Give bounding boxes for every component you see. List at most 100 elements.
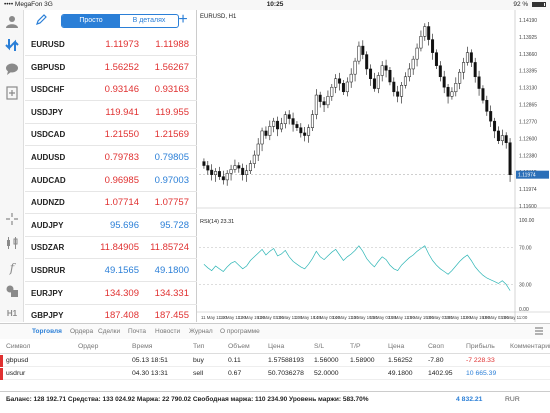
timeframe-label[interactable]: H1 (4, 306, 20, 322)
candle-body (396, 91, 400, 97)
quote-bid: 1.07714 (104, 197, 139, 209)
column-header[interactable]: Символ (6, 340, 31, 354)
rsi-tick-label: 30.00 (519, 282, 532, 288)
column-header[interactable]: Ордер (78, 340, 98, 354)
candle-body (407, 68, 411, 78)
column-header[interactable]: Прибыль (466, 340, 495, 354)
candle-body (252, 154, 256, 164)
candle-body (326, 96, 330, 106)
time-tick-label: 19 May 11:00 (501, 315, 528, 320)
price-chart[interactable]: EURUSD, H1 RSI(14) 23.31 1.14190 1.13925 1… (197, 10, 550, 322)
tab-5[interactable]: Журнал (189, 324, 213, 340)
candle-body (210, 169, 214, 175)
column-header[interactable]: T/P (350, 340, 361, 354)
cell-symbol: usdrur (6, 370, 26, 377)
account-currency: RUR (505, 396, 520, 403)
tab-6[interactable]: О программе (220, 324, 260, 340)
cell-sl: 52.0000 (314, 370, 339, 377)
quote-row[interactable]: USDCAD 1.21550 1.21569 (25, 124, 197, 147)
quote-row[interactable]: USDJPY 119.941 119.955 (25, 102, 197, 124)
quote-row[interactable]: EURUSD 1.11973 1.11988 (25, 34, 197, 56)
side-icon-bar: f H1 (0, 10, 24, 322)
quote-ask: 0.97003 (154, 174, 189, 186)
segment-simple[interactable]: Просто (62, 15, 120, 27)
price-tick-label: 1.12770 (519, 119, 537, 125)
candle-body (314, 94, 318, 115)
segment-detailed[interactable]: В деталях (120, 15, 178, 27)
column-header[interactable]: Время (132, 340, 152, 354)
quote-ask: 1.11988 (155, 39, 189, 50)
objects-icon[interactable] (4, 284, 20, 300)
quote-row[interactable]: AUDUSD 0.79783 0.79805 (25, 147, 197, 169)
quotes-toolbar: Просто В деталях + (25, 10, 197, 32)
candle-body (217, 171, 221, 177)
new-document-icon[interactable] (4, 86, 20, 102)
candle-body (303, 132, 307, 136)
position-row[interactable]: usdrur 04.30 13:31 sell 0.67 50.7036278 52.00… (0, 368, 550, 380)
quote-row[interactable]: AUDNZD 1.07714 1.07757 (25, 192, 197, 215)
candle-body (446, 86, 450, 97)
function-icon[interactable]: f (4, 260, 20, 276)
add-symbol-button[interactable]: + (175, 12, 191, 28)
chart-area[interactable]: EURUSD, H1 RSI(14) 23.31 1.14190 1.13925 1… (197, 10, 550, 322)
quote-row[interactable]: EURJPY 134.309 134.331 (25, 283, 197, 305)
quote-row[interactable]: USDCHF 0.93146 0.93163 (25, 79, 197, 102)
column-header[interactable]: Своп (428, 340, 444, 354)
quote-symbol: GBPUSD (31, 62, 66, 72)
column-header[interactable]: Объем (228, 340, 250, 354)
quote-bid: 134.309 (104, 287, 139, 299)
quote-row[interactable]: USDZAR 11.84905 11.85724 (25, 237, 197, 260)
tab-0[interactable]: Торговля (32, 324, 62, 340)
account-summary: Баланс: 128 192.71 Средства: 133 024.92 … (6, 396, 369, 403)
column-header[interactable]: S/L (314, 340, 324, 354)
candle-body (338, 78, 342, 84)
candle-body (384, 65, 388, 71)
position-row[interactable]: gbpusd 05.13 18:51 buy 0.11 1.57588193 1.5600… (0, 355, 550, 367)
quote-ask: 0.79805 (154, 152, 189, 163)
candle-body (392, 81, 396, 93)
candle-body (380, 65, 384, 76)
quote-row[interactable]: GBPUSD 1.56252 1.56267 (25, 57, 197, 79)
crosshair-icon[interactable] (4, 212, 20, 228)
quote-ask: 1.56267 (154, 61, 189, 73)
cell-time: 05.13 18:51 (132, 357, 168, 364)
user-icon[interactable] (4, 14, 20, 30)
column-header[interactable]: Цена (268, 340, 284, 354)
column-header[interactable]: Цена (388, 340, 404, 354)
candle-body (411, 58, 415, 70)
position-marker (0, 355, 3, 367)
cell-volume: 0.67 (228, 370, 242, 377)
candle-body (202, 161, 206, 166)
candle-body (245, 170, 249, 175)
chat-icon[interactable] (4, 62, 20, 78)
price-tick-label: 1.13395 (519, 69, 537, 75)
tab-3[interactable]: Почта (128, 324, 146, 340)
quote-symbol: AUDCAD (31, 175, 66, 185)
cell-profit: -7 228.33 (466, 357, 495, 364)
candles-icon[interactable] (4, 236, 20, 252)
tab-2[interactable]: Сделки (98, 324, 120, 340)
quotes-panel: Просто В деталях + EURUSD 1.11973 1.11988 G… (25, 10, 197, 328)
quote-symbol: AUDUSD (31, 153, 66, 162)
column-header[interactable]: Комментарий (510, 340, 550, 354)
candle-body (295, 124, 299, 128)
quote-row[interactable]: AUDJPY 95.696 95.728 (25, 215, 197, 237)
status-bar: •••• MegaFon 3G 10:25 92 % (0, 0, 550, 10)
candle-body (264, 130, 268, 136)
candle-body (434, 52, 438, 66)
edit-pencil-icon[interactable] (35, 14, 49, 28)
quote-bid: 119.941 (105, 106, 139, 118)
tab-4[interactable]: Новости (155, 324, 180, 340)
cell-symbol: gbpusd (6, 357, 29, 364)
quote-bid: 95.696 (109, 219, 139, 231)
candle-body (322, 101, 326, 106)
trade-arrows-icon[interactable] (4, 38, 20, 54)
quote-row[interactable]: AUDCAD 0.96985 0.97003 (25, 170, 197, 192)
quote-symbol: USDCAD (31, 130, 66, 140)
tab-1[interactable]: Ордера (70, 324, 93, 340)
candle-body (423, 26, 427, 37)
columns-settings-icon[interactable] (534, 326, 544, 339)
column-header[interactable]: Тип (193, 340, 204, 354)
quote-row[interactable]: USDRUR 49.1565 49.1800 (25, 260, 197, 282)
candle-body (458, 71, 462, 84)
